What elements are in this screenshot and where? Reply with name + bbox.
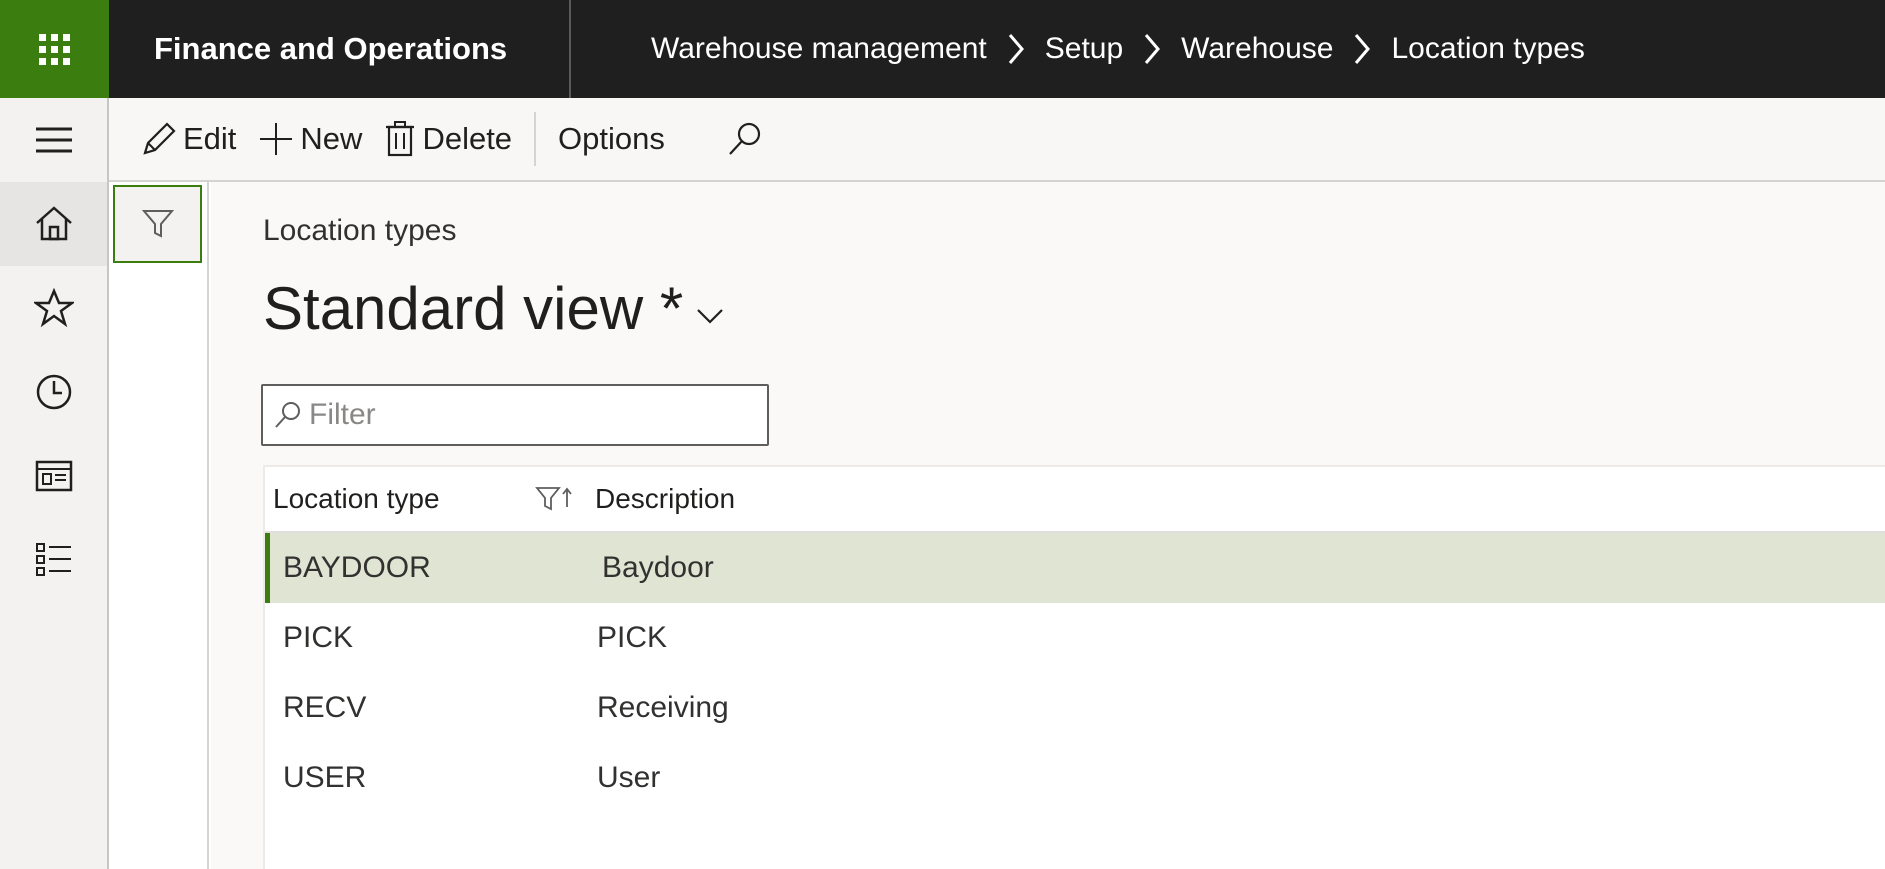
nav-home-button[interactable] (0, 182, 107, 266)
toolbar-divider (534, 112, 537, 166)
search-button[interactable] (715, 97, 779, 181)
grid-header: Location type Description (265, 467, 1885, 533)
cell-description[interactable]: User (595, 761, 660, 795)
workspace-icon (35, 460, 72, 492)
trash-icon (386, 121, 415, 157)
breadcrumb-item-warehouse-management[interactable]: Warehouse management (651, 32, 987, 66)
table-row[interactable]: USER User (265, 743, 1885, 813)
cell-description[interactable]: Receiving (595, 691, 729, 725)
edit-button[interactable]: Edit (129, 97, 246, 181)
waffle-icon (39, 33, 70, 65)
top-navigation-bar: Finance and Operations Warehouse managem… (0, 0, 1885, 98)
filter-pane-strip (109, 182, 209, 869)
cell-location-type[interactable]: RECV (265, 691, 595, 725)
table-row[interactable]: RECV Receiving (265, 673, 1885, 743)
pencil-icon (143, 122, 176, 155)
funnel-icon (141, 210, 174, 238)
search-icon (729, 122, 760, 155)
delete-button[interactable]: Delete (372, 97, 522, 181)
cell-description[interactable]: Baydoor (600, 551, 714, 585)
location-types-grid: Location type Description BAYDOOR Baydoo… (263, 465, 1885, 869)
search-icon (275, 402, 300, 428)
column-header-location-type[interactable]: Location type (265, 483, 595, 515)
chevron-down-icon (697, 308, 724, 324)
hamburger-icon (35, 127, 72, 153)
list-icon (35, 543, 71, 576)
chevron-right-icon (1123, 32, 1181, 66)
breadcrumb-item-location-types[interactable]: Location types (1391, 32, 1584, 66)
cell-location-type[interactable]: USER (265, 761, 595, 795)
hamburger-menu-button[interactable] (0, 98, 107, 182)
nav-modules-button[interactable] (0, 518, 107, 602)
options-label: Options (558, 121, 665, 156)
options-button[interactable]: Options (548, 97, 675, 181)
filter-input[interactable] (309, 398, 749, 432)
new-button[interactable]: New (246, 97, 372, 181)
cell-location-type[interactable]: PICK (265, 621, 595, 655)
app-title[interactable]: Finance and Operations (109, 0, 571, 98)
breadcrumb: Warehouse management Setup Warehouse Loc… (571, 0, 1585, 98)
filter-field[interactable] (261, 384, 769, 446)
nav-workspaces-button[interactable] (0, 434, 107, 518)
breadcrumb-item-setup[interactable]: Setup (1045, 32, 1123, 66)
breadcrumb-item-warehouse[interactable]: Warehouse (1181, 32, 1333, 66)
edit-label: Edit (183, 121, 237, 156)
column-header-description[interactable]: Description (595, 483, 735, 515)
chevron-right-icon (987, 32, 1045, 66)
nav-recent-button[interactable] (0, 350, 107, 434)
view-name: Standard view * (263, 275, 684, 342)
main-content: Location types Standard view * Location … (211, 182, 1885, 869)
left-navigation-pane (0, 98, 109, 869)
new-label: New (300, 121, 363, 156)
star-icon (33, 288, 74, 328)
home-icon (35, 206, 72, 241)
show-filters-button[interactable] (113, 185, 202, 263)
table-row[interactable]: BAYDOOR Baydoor (265, 533, 1885, 603)
delete-label: Delete (422, 121, 513, 156)
clock-icon (36, 374, 71, 410)
column-header-label: Location type (273, 483, 440, 514)
chevron-right-icon (1333, 32, 1391, 66)
cell-location-type[interactable]: BAYDOOR (270, 551, 600, 585)
column-header-label: Description (595, 483, 736, 514)
view-selector[interactable]: Standard view * (263, 274, 725, 343)
filter-sort-ascending-icon[interactable] (535, 485, 575, 513)
plus-icon (260, 123, 293, 155)
page-caption: Location types (263, 214, 457, 247)
app-launcher-button[interactable] (0, 0, 109, 98)
action-pane: Edit New Delete Options (109, 98, 1885, 182)
nav-favorites-button[interactable] (0, 266, 107, 350)
table-row[interactable]: PICK PICK (265, 603, 1885, 673)
cell-description[interactable]: PICK (595, 621, 667, 655)
